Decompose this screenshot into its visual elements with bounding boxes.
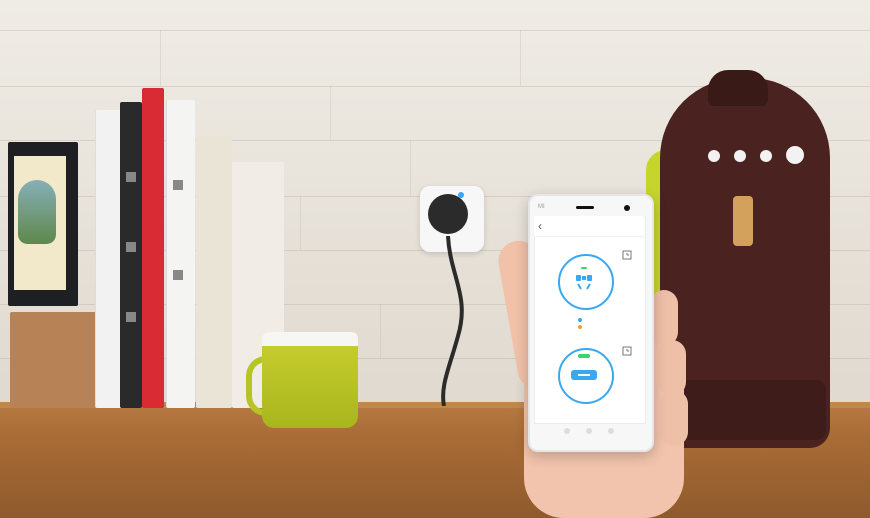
timer-icon[interactable] <box>622 250 632 260</box>
coffee-maker-base <box>676 380 826 440</box>
book <box>166 100 195 408</box>
outlet-icon <box>576 267 592 290</box>
brick-joint <box>330 86 331 140</box>
phone-brand: MI <box>538 204 545 210</box>
app-header <box>534 216 644 237</box>
brick-joint <box>0 30 870 31</box>
timer-icon[interactable] <box>622 346 632 356</box>
finger <box>658 340 686 396</box>
book <box>120 102 142 408</box>
coffee-maker-spout <box>733 196 753 246</box>
status-dot-orange <box>578 325 582 329</box>
coffee-maker-button <box>708 150 720 162</box>
brick-joint <box>160 30 161 86</box>
book <box>95 110 122 408</box>
mug-rim <box>262 332 358 346</box>
book-red <box>142 88 164 408</box>
status-led <box>458 192 464 198</box>
usb-status-indicator <box>578 354 590 358</box>
coffee-maker-button <box>786 146 804 164</box>
coffee-maker-button <box>760 150 772 162</box>
brick-joint <box>410 140 411 196</box>
nav-home-button[interactable] <box>586 428 592 434</box>
green-mug <box>262 332 358 428</box>
power-cord <box>441 236 464 406</box>
brick-joint <box>300 196 301 250</box>
phone-camera <box>624 205 630 211</box>
coffee-maker-top <box>708 70 768 106</box>
phone-speaker <box>576 206 594 209</box>
nav-menu-button[interactable] <box>608 428 614 434</box>
book <box>196 136 232 408</box>
finger <box>650 290 678 346</box>
usb-slot <box>578 374 590 376</box>
coffee-maker-button <box>734 150 746 162</box>
nav-back-button[interactable] <box>564 428 570 434</box>
status-dot-blue <box>578 318 582 322</box>
back-icon[interactable]: ‹ <box>538 219 542 233</box>
brick-joint <box>520 30 521 86</box>
finger <box>660 390 688 446</box>
power-plug <box>428 194 468 234</box>
wooden-box <box>10 312 100 408</box>
phone-nav-bar <box>534 424 644 440</box>
scene: MI ‹ <box>0 0 870 518</box>
brick-joint <box>380 304 381 358</box>
bird-illustration <box>18 180 56 244</box>
